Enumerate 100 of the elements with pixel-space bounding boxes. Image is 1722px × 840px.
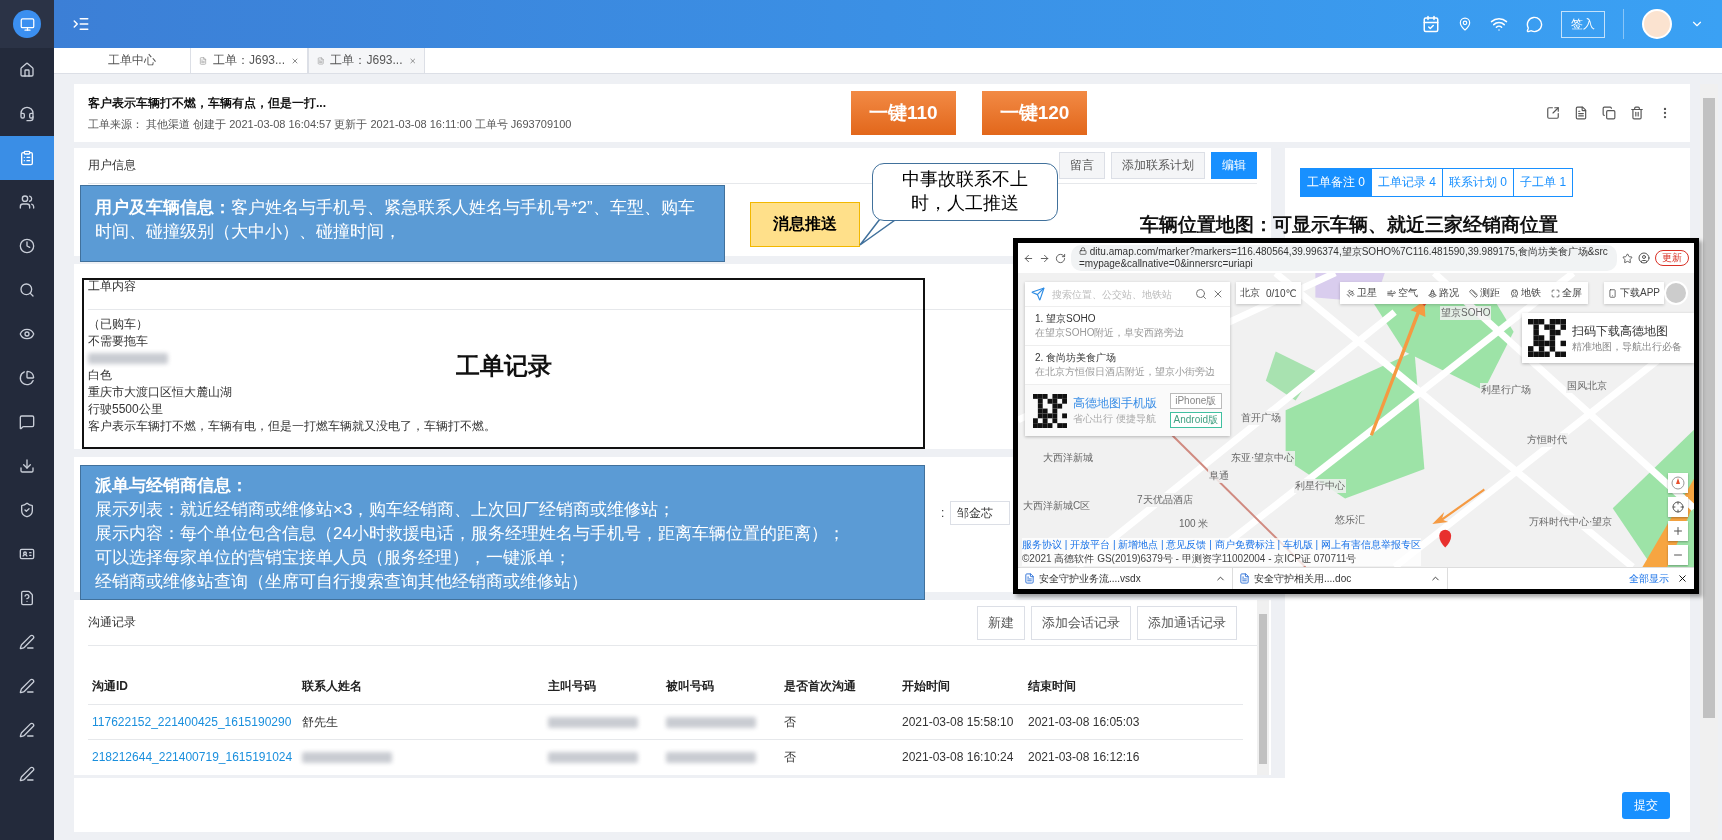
locate-icon [1672, 501, 1684, 513]
wifi-icon[interactable] [1490, 15, 1508, 33]
address-bar[interactable]: ditu.amap.com/marker?markers=116.480564,39.996374,望京SOHO%7C116.481590,39.989175,食尚坊美食广场&src=mypage&callnative=0&innersrc=uriapi [1071, 245, 1617, 271]
lock-icon [1079, 247, 1087, 255]
map-label: 大西洋新城C区 [1022, 499, 1092, 513]
headset-icon [19, 106, 35, 122]
qr-subtitle: 精准地图，导航出行必备 [1572, 339, 1682, 354]
table-cell: 否 [780, 704, 898, 739]
back-icon[interactable] [1023, 252, 1034, 264]
compass-button[interactable] [1668, 473, 1688, 493]
action-button[interactable]: 留言 [1059, 152, 1105, 179]
id-card-icon [19, 546, 35, 562]
map-label: 悠乐汇 [1334, 513, 1366, 527]
column-header: 结束时间 [1027, 677, 1077, 695]
delete-icon[interactable] [1630, 106, 1644, 120]
shield-icon [19, 502, 35, 518]
content-line: 白色 [88, 367, 112, 384]
document-icon [1024, 573, 1035, 584]
user-avatar[interactable] [1642, 9, 1672, 39]
add-record-button[interactable]: 添加通话记录 [1137, 605, 1237, 640]
clock-icon [19, 238, 35, 254]
pie-chart-icon [19, 370, 35, 386]
page-tab[interactable]: 工单：J693... [308, 48, 425, 73]
table-cell: 2021-03-08 15:58:10 [898, 704, 1024, 739]
map-label: 方恒时代 [1526, 433, 1568, 447]
communication-id-link[interactable]: 117622152_221400425_1615190290 [88, 704, 298, 739]
content-line: 行驶5500公里 [88, 401, 163, 418]
download-item[interactable]: 安全守护业务流....vsdx [1018, 568, 1233, 589]
column-header: 主叫号码 [547, 677, 597, 695]
copy-icon[interactable] [1602, 106, 1616, 120]
map-label: 望京SOHO [1440, 306, 1492, 320]
qr-title: 扫码下载高德地图 [1572, 322, 1669, 340]
annotation-note: 消息推送 [750, 202, 860, 247]
result-title[interactable]: 2. 食尚坊美食广场 [1035, 351, 1220, 365]
map-label: 7天优品酒店 [1136, 493, 1194, 507]
field-label: : [941, 506, 945, 520]
note-title: 派单与经销商信息： [95, 475, 249, 497]
reload-icon[interactable] [1055, 252, 1066, 264]
column-header: 沟通ID [91, 677, 129, 695]
qr-code [1528, 319, 1566, 357]
pen-icon [19, 634, 35, 650]
locate-button[interactable] [1668, 497, 1688, 517]
city-selector[interactable]: 北京 0/10℃ [1236, 282, 1301, 304]
weather-text: 0/10℃ [1266, 287, 1297, 299]
content-line: 不需要拖车 [88, 333, 148, 350]
map-label: 大西洋新城 [1042, 451, 1094, 465]
home-icon [19, 62, 35, 78]
search-icon [19, 282, 35, 298]
share-icon[interactable] [1546, 106, 1560, 120]
note-line: 展示内容：每个单位包含信息（24小时救援电话，服务经理姓名与手机号，距离车辆位置的距离）； [95, 523, 846, 545]
document-icon [199, 54, 207, 67]
action-button[interactable]: 添加联系计划 [1111, 152, 1205, 179]
map-footer-links[interactable]: 服务协议 | 开放平台 | 新增地点 | 意见反馈 | 商户免费标注 | 车机版 | 网上有害信息举报专区 [1022, 538, 1421, 552]
column-header: 开始时间 [901, 677, 951, 695]
satellite-icon [1346, 288, 1355, 298]
app-logo[interactable] [13, 10, 41, 38]
location-pin-icon[interactable] [1458, 17, 1472, 31]
result-description: 在北京方恒假日酒店附近，望京小街旁边 [1035, 365, 1216, 379]
calendar-icon[interactable] [1422, 15, 1440, 33]
map-tool-button[interactable]: 地铁 [1508, 286, 1543, 300]
map-tool-button[interactable]: 空气 [1385, 286, 1420, 300]
table-cell: 否 [780, 739, 898, 774]
scrollbar[interactable] [1700, 84, 1718, 840]
table-cell: 2021-03-08 16:12:16 [1024, 739, 1243, 774]
map-tool-button[interactable]: 路况 [1426, 286, 1461, 300]
app-download-button[interactable]: iPhone版 [1169, 393, 1222, 409]
result-title[interactable]: 1. 望京SOHO [1035, 312, 1220, 326]
map-label: 利星行中心 [1294, 479, 1346, 493]
scrollbar[interactable] [1257, 600, 1269, 775]
annotation-note: 用户及车辆信息：客户姓名与手机号、紧急联系人姓名与手机号*2”、车型、购车时间、碰撞级别（大中小）、碰撞时间， [80, 185, 725, 262]
document-icon [1239, 573, 1250, 584]
menu-icon[interactable] [72, 15, 90, 33]
handler-field[interactable]: 邹金芯 [950, 501, 1011, 525]
search-icon[interactable] [1195, 288, 1207, 300]
document-icon[interactable] [1574, 106, 1588, 120]
forward-icon[interactable] [1039, 252, 1050, 264]
close-icon[interactable] [1677, 573, 1688, 584]
map-label: 利星行广场 [1480, 383, 1532, 397]
add-record-button[interactable]: 添加会话记录 [1031, 605, 1131, 640]
download-app-button[interactable]: 下载APP [1604, 282, 1664, 304]
map-tool-button[interactable]: 全屏 [1549, 286, 1584, 300]
traffic-cone-icon [1428, 288, 1437, 298]
qr-code [1033, 393, 1067, 428]
section-title: 用户信息 [88, 157, 136, 174]
show-all-link[interactable]: 全部显示 [1629, 571, 1669, 586]
download-icon [19, 458, 35, 474]
profile-icon[interactable] [1638, 252, 1650, 264]
chat-icon[interactable] [1526, 15, 1543, 33]
download-item[interactable]: 安全守护相关用....doc [1233, 568, 1448, 589]
map-label: 阜通 [1208, 469, 1230, 483]
help-file-icon [19, 590, 35, 606]
users-icon [19, 194, 35, 210]
ruler-icon [1469, 288, 1478, 298]
ticket-title: 客户表示车辆打不燃，车辆有点，但是一打... [88, 94, 327, 112]
map-tool-button[interactable]: 测距 [1467, 286, 1502, 300]
phone-icon [1608, 288, 1617, 298]
star-icon[interactable] [1622, 252, 1633, 264]
document-icon [317, 54, 325, 67]
communication-id-link[interactable]: 218212644_221400719_1615191024 [88, 739, 298, 774]
add-record-button[interactable]: 新建 [977, 605, 1025, 640]
